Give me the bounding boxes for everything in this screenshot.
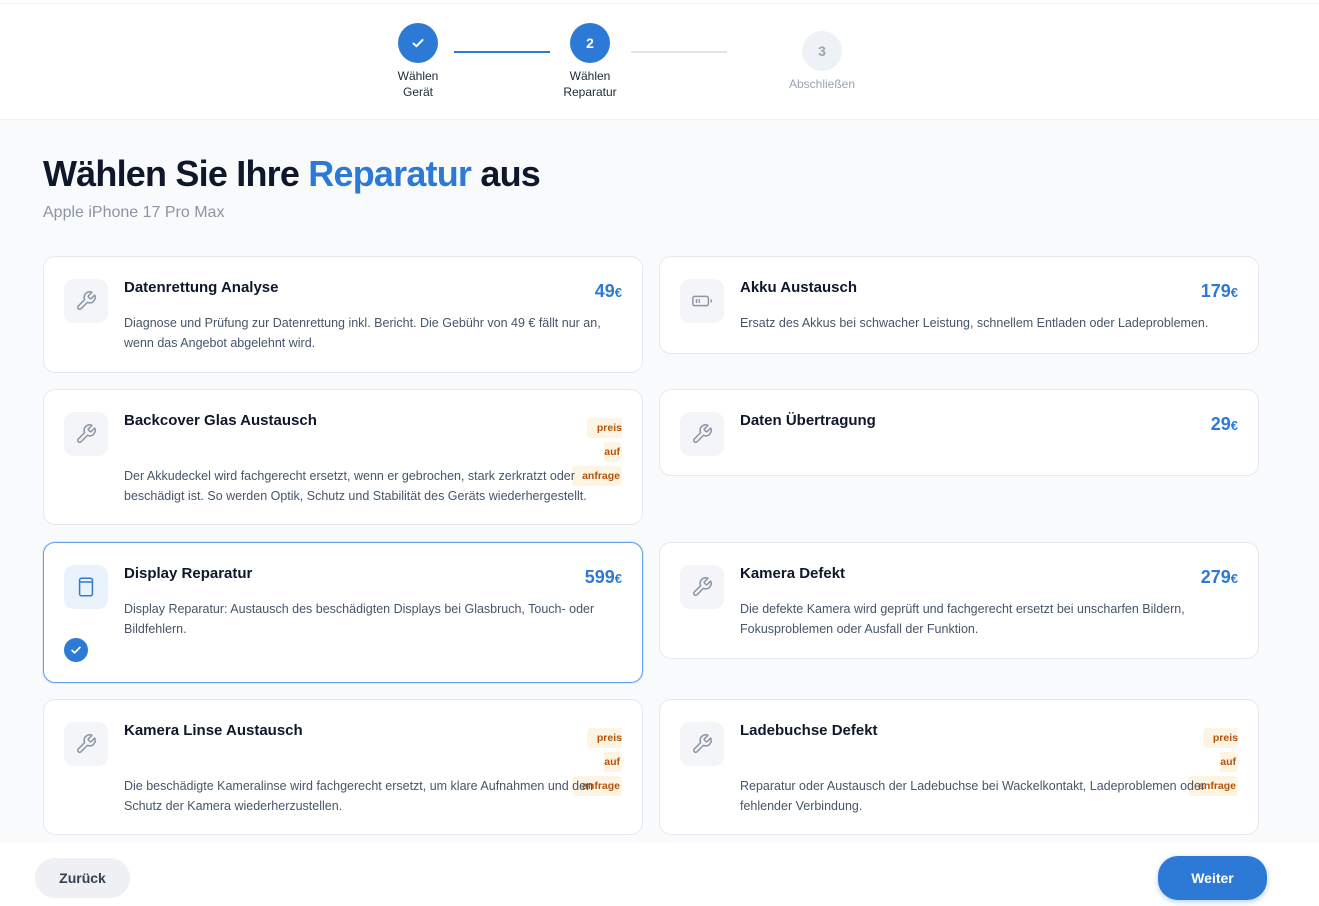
step-connector-1 xyxy=(454,51,550,53)
step-connector-2 xyxy=(631,51,727,53)
wrench-icon xyxy=(680,565,724,609)
wrench-icon xyxy=(680,412,724,456)
repair-description: Die beschädigte Kameralinse wird fachger… xyxy=(124,779,594,813)
repair-description: Reparatur oder Austausch der Ladebuchse … xyxy=(740,779,1206,813)
footer-nav: Zurück Weiter xyxy=(0,842,1319,906)
wrench-icon xyxy=(64,279,108,323)
device-name: Apple iPhone 17 Pro Max xyxy=(43,204,225,221)
wrench-icon xyxy=(64,412,108,456)
repair-card-backcover[interactable]: Backcover Glas Austausch preis auf anfrag… xyxy=(43,389,643,525)
selected-check-icon xyxy=(64,638,88,662)
repair-description: Diagnose und Prüfung zur Datenrettung in… xyxy=(124,316,601,350)
repair-price: 29€ xyxy=(1210,414,1238,434)
header-divider xyxy=(0,3,1319,4)
repair-title: Akku Austausch xyxy=(740,279,857,296)
repair-title: Kamera Linse Austausch xyxy=(124,722,303,739)
repair-title: Kamera Defekt xyxy=(740,565,846,582)
step-2-label: Wählen Reparatur xyxy=(563,69,617,99)
repair-price: 279€ xyxy=(1200,567,1238,587)
back-button[interactable]: Zurück xyxy=(35,858,130,898)
repair-card-ladebuchse[interactable]: Ladebuchse Defekt preis auf anfrage Repar… xyxy=(659,699,1259,835)
step-choose-device[interactable]: Wählen Gerät xyxy=(368,23,468,100)
repair-card-kamera-linse[interactable]: Kamera Linse Austausch preis auf anfrage … xyxy=(43,699,643,835)
step-choose-repair[interactable]: 2 Wählen Reparatur xyxy=(540,23,640,100)
stepper-header: Wählen Gerät 2 Wählen Reparatur 3 Abschl… xyxy=(0,0,1319,120)
repair-card-akku[interactable]: Akku Austausch 179€ Ersatz des Akkus bei… xyxy=(659,256,1259,354)
repair-card-display[interactable]: Display Reparatur 599€ Display Reparatur… xyxy=(43,542,643,683)
page-title: Wählen Sie Ihre Reparatur aus xyxy=(43,153,541,194)
repair-description: Die defekte Kamera wird geprüft und fach… xyxy=(740,602,1185,636)
display-icon xyxy=(64,565,108,609)
repair-title: Ladebuchse Defekt xyxy=(740,722,878,739)
repair-title: Datenrettung Analyse xyxy=(124,279,279,296)
step-1-label: Wählen Gerät xyxy=(397,69,439,99)
step-2-circle: 2 xyxy=(570,23,610,63)
repair-title: Daten Übertragung xyxy=(740,412,876,429)
repair-title: Backcover Glas Austausch xyxy=(124,412,317,429)
repair-price: 49€ xyxy=(594,281,622,301)
repair-description: Display Reparatur: Austausch des beschäd… xyxy=(124,602,595,636)
repair-card-kamera-defekt[interactable]: Kamera Defekt 279€ Die defekte Kamera wi… xyxy=(659,542,1259,659)
repair-card-datenuebertragung[interactable]: Daten Übertragung 29€ xyxy=(659,389,1259,476)
next-button[interactable]: Weiter xyxy=(1158,856,1267,900)
repair-description: Ersatz des Akkus bei schwacher Leistung,… xyxy=(740,316,1209,330)
step-1-circle xyxy=(398,23,438,63)
repair-description: Der Akkudeckel wird fachgerecht ersetzt,… xyxy=(124,469,587,503)
wrench-icon xyxy=(64,722,108,766)
wrench-icon xyxy=(680,722,724,766)
repair-price: 179€ xyxy=(1200,281,1238,301)
step-finish[interactable]: 3 Abschließen xyxy=(772,31,872,92)
repair-card-datenrettung[interactable]: Datenrettung Analyse 49€ Diagnose und Pr… xyxy=(43,256,643,373)
step-3-circle: 3 xyxy=(802,31,842,71)
repair-title: Display Reparatur xyxy=(124,565,253,582)
repair-price: 599€ xyxy=(584,567,622,587)
step-3-label: Abschließen xyxy=(788,77,856,91)
battery-icon xyxy=(680,279,724,323)
checkmark-icon xyxy=(412,39,424,48)
